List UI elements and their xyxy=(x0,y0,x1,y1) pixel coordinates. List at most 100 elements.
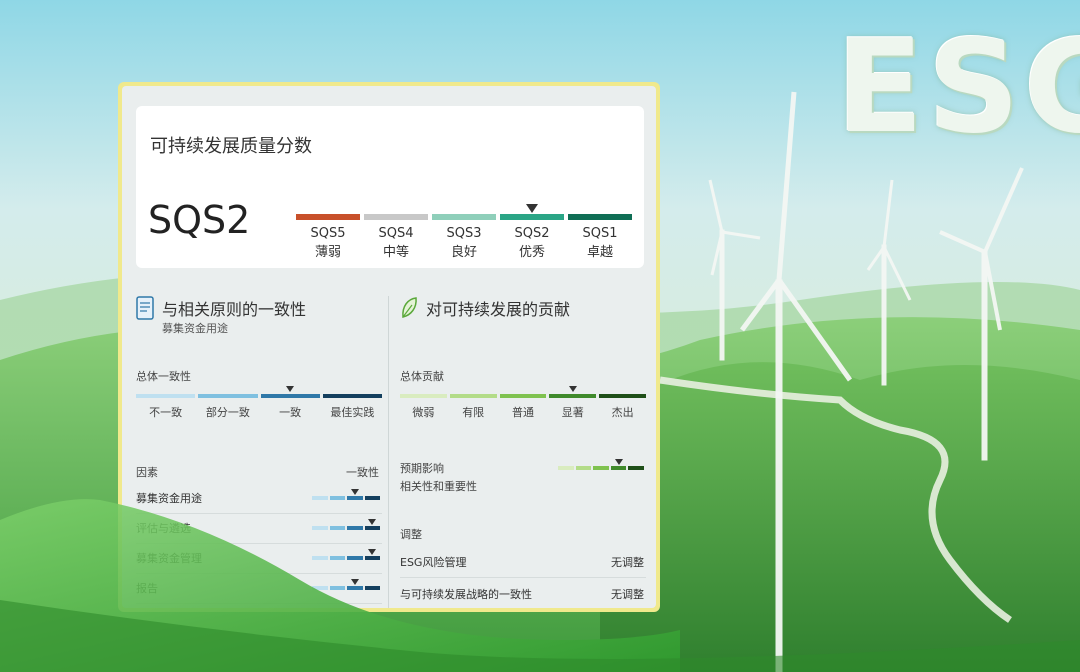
impact-tiny-marker xyxy=(614,459,623,465)
factor-row: 募集资金管理 xyxy=(136,544,382,574)
esg-logo: ESG xyxy=(836,13,1080,162)
factor-tiny-bar xyxy=(347,526,363,530)
impact-tiny-bar xyxy=(558,466,574,470)
factor-scale xyxy=(312,489,380,500)
factor-label: 评估与遴选 xyxy=(136,522,191,535)
factor-row: 募集资金用途 xyxy=(136,484,382,514)
sqs-scale-bar xyxy=(500,214,564,220)
sqs-report-card: 可持续发展质量分数 SQS2 SQS5 薄弱 SQS4 中等 SQS3 良好 SQS2 优秀 S… xyxy=(118,82,660,612)
alignment-title: 与相关原则的一致性 xyxy=(162,300,307,319)
impact-tiny-bar xyxy=(628,466,644,470)
impact-sublabel: 相关性和重要性 xyxy=(400,480,477,493)
alignment-subtitle: 募集资金用途 xyxy=(162,322,228,335)
factor-value-header: 一致性 xyxy=(346,466,379,479)
factor-tiny-marker xyxy=(368,549,377,555)
factor-scale xyxy=(312,519,380,530)
contribution-scale-bar xyxy=(499,394,547,398)
sqs-scale-item: SQS5 薄弱 xyxy=(296,214,360,260)
alignment-scale-item: 最佳实践 xyxy=(322,394,382,420)
leaf-icon xyxy=(402,297,417,318)
factor-label: 募集资金用途 xyxy=(136,492,202,505)
impact-tiny-bar xyxy=(593,466,609,470)
factor-tiny-bar xyxy=(364,496,380,500)
contribution-scale-item: 有限 xyxy=(449,394,497,420)
impact-label: 预期影响 xyxy=(400,462,444,475)
card-body: 可持续发展质量分数 SQS2 SQS5 薄弱 SQS4 中等 SQS3 良好 SQS2 优秀 S… xyxy=(122,86,656,608)
contribution-scale-bar xyxy=(449,394,497,398)
factor-tiny-marker xyxy=(368,519,377,525)
factor-tiny-marker xyxy=(350,489,359,495)
contribution-scale-label: 杰出 xyxy=(611,406,634,419)
sqs-selected-marker xyxy=(526,204,538,213)
alignment-scale-label: 不一致 xyxy=(149,406,183,419)
sqs-scale-label: 卓越 xyxy=(586,245,613,260)
factor-tiny-bar xyxy=(329,496,345,500)
contribution-scale-bar xyxy=(400,394,447,398)
factor-tiny-bar xyxy=(347,556,363,560)
contribution-scale-label: 普通 xyxy=(511,406,534,419)
factor-tiny-bar xyxy=(329,586,345,590)
sqs-scale-item: SQS4 中等 xyxy=(364,214,428,260)
contribution-title: 对可持续发展的贡献 xyxy=(426,300,571,319)
contribution-selected-marker xyxy=(568,386,577,392)
factor-tiny-bar xyxy=(329,526,345,530)
sqs-scale-code: SQS3 xyxy=(446,226,482,241)
sqs-scale-code: SQS5 xyxy=(310,226,346,241)
factor-tiny-bar xyxy=(364,586,380,590)
factor-row: 评估与遴选 xyxy=(136,514,382,544)
factor-tiny-bar xyxy=(312,586,328,590)
document-icon xyxy=(136,296,154,320)
alignment-scale-bar xyxy=(198,394,258,398)
sqs-scale-code: SQS1 xyxy=(582,226,618,241)
adjustment-value: 无调整 xyxy=(611,556,644,569)
contribution-scale-bar xyxy=(599,394,646,398)
overall-contribution-label: 总体贡献 xyxy=(400,370,444,383)
impact-tiny-bar xyxy=(610,466,627,470)
overall-alignment-label: 总体一致性 xyxy=(136,370,191,383)
contribution-scale-bar xyxy=(549,394,597,398)
alignment-section: 与相关原则的一致性 募集资金用途 总体一致性 不一致 部分一致 一致 最佳实践 因素 … xyxy=(134,292,384,608)
factor-tiny-bar xyxy=(347,586,363,590)
sqs-scale-label: 良好 xyxy=(450,245,477,260)
factor-tiny-marker xyxy=(350,579,359,585)
sqs-scale-item: SQS1 卓越 xyxy=(568,214,632,260)
sqs-scale-label: 优秀 xyxy=(518,245,545,260)
factor-header: 因素 xyxy=(136,466,158,479)
alignment-scale-item: 不一致 xyxy=(136,394,196,420)
factor-tiny-bar xyxy=(347,496,363,500)
alignment-scale: 不一致 部分一致 一致 最佳实践 xyxy=(136,386,382,424)
sqs-scale-bar xyxy=(568,214,632,220)
factor-tiny-bar xyxy=(364,556,380,560)
contribution-scale-item: 普通 xyxy=(499,394,547,420)
contribution-scale-item: 显著 xyxy=(549,394,597,420)
score-summary: 可持续发展质量分数 SQS2 SQS5 薄弱 SQS4 中等 SQS3 良好 SQS2 优秀 S… xyxy=(136,106,644,268)
impact-tiny-bar xyxy=(575,466,592,470)
alignment-scale-bar xyxy=(260,394,320,398)
alignment-selected-marker xyxy=(286,386,295,392)
factor-tiny-bar xyxy=(329,556,345,560)
sqs-scale-item: SQS3 良好 xyxy=(432,214,496,260)
factor-tiny-bar xyxy=(312,526,328,530)
factor-row: 报告 xyxy=(136,574,382,604)
sqs-scale-bar xyxy=(296,214,360,220)
sqs-rating-scale: SQS5 薄弱 SQS4 中等 SQS3 良好 SQS2 优秀 SQS1 卓越 xyxy=(296,198,634,268)
alignment-scale-bar xyxy=(322,394,382,398)
sqs-scale-code: SQS4 xyxy=(378,226,414,241)
adjust-header: 调整 xyxy=(400,528,422,541)
alignment-scale-item: 一致 xyxy=(260,394,320,420)
score-title: 可持续发展质量分数 xyxy=(150,136,312,157)
alignment-scale-bar xyxy=(136,394,196,398)
factor-tiny-bar xyxy=(312,556,328,560)
sqs-scale-label: 中等 xyxy=(382,245,409,260)
contribution-section: 对可持续发展的贡献 总体贡献 微弱 有限 普通 显著 杰出 预期影响 相关性和重要性 调… xyxy=(398,292,648,608)
sqs-scale-code: SQS2 xyxy=(514,226,550,241)
alignment-scale-label: 部分一致 xyxy=(205,406,250,419)
impact-scale xyxy=(558,459,644,470)
alignment-scale-item: 部分一致 xyxy=(198,394,258,420)
adjustment-label: ESG风险管理 xyxy=(400,556,467,569)
contribution-scale-label: 显著 xyxy=(561,406,584,419)
contribution-scale-label: 有限 xyxy=(462,406,485,419)
adjustment-row: ESG风险管理 无调整 xyxy=(400,548,646,578)
adjustment-row: 与可持续发展战略的一致性 无调整 xyxy=(400,580,646,608)
sqs-scale-label: 薄弱 xyxy=(314,245,341,260)
